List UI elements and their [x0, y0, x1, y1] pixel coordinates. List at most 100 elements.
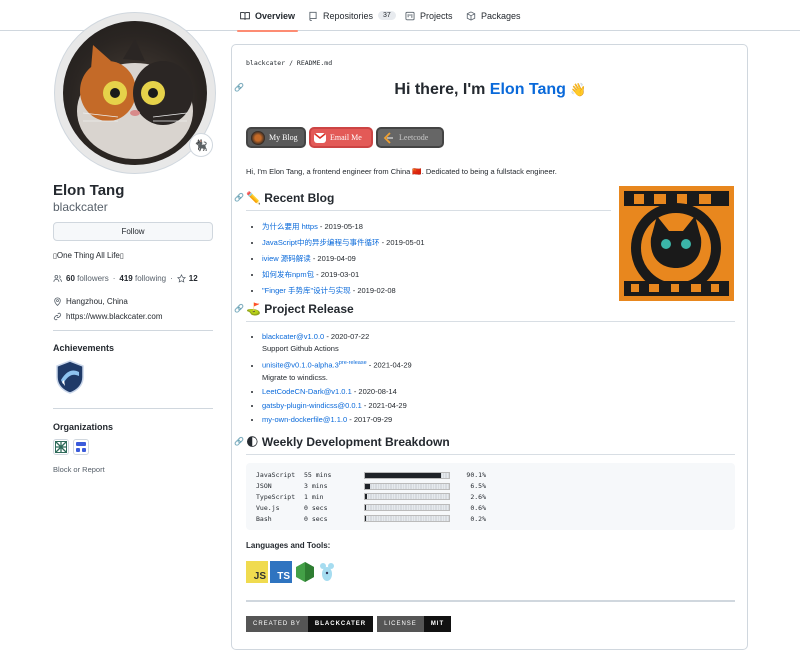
list-item: my-own-dockerfile@1.1.0 - 2017-09-29 — [262, 414, 412, 426]
weekly-bar-fill — [365, 483, 371, 489]
status-emoji-button[interactable]: 🐈‍⬛ — [189, 133, 213, 157]
achievement-badge[interactable] — [55, 360, 85, 394]
leetcode-badge[interactable]: Leetcode — [376, 127, 444, 148]
following-link[interactable]: 419 following — [119, 274, 166, 283]
followers-count: 60 — [66, 274, 75, 283]
blog-post-link[interactable]: 如何发布npm包 — [262, 270, 314, 279]
readme-intro: Hi, I'm Elon Tang, a frontend engineer f… — [246, 167, 557, 176]
greeting-name: Elon Tang — [489, 81, 566, 98]
shield-label: CREATED BY — [246, 616, 308, 632]
weekly-time: 1 min — [304, 492, 324, 501]
blog-post-link[interactable]: iview 源码解读 — [262, 254, 311, 263]
release-link[interactable]: blackcater@v1.0.0 — [262, 332, 324, 341]
weekly-lang: Vue.js — [256, 503, 280, 512]
weekly-time: 55 mins — [304, 471, 332, 480]
package-icon — [466, 10, 476, 21]
tab-overview[interactable]: Overview — [236, 0, 299, 32]
weekly-lang: Bash — [256, 514, 272, 523]
blog-post-link[interactable]: "Finger 手势库"设计与实现 — [262, 286, 351, 295]
heading-underline — [246, 321, 735, 322]
blackcater-logo-image — [619, 186, 734, 301]
tab-repositories-label: Repositories — [323, 10, 374, 21]
list-item: blackcater@v1.0.0 - 2020-07-22 Support Gi… — [262, 331, 412, 355]
cat-avatar-illustration — [77, 39, 193, 159]
weekly-bar-fill — [365, 494, 368, 500]
blog-post-date: - 2019-04-09 — [310, 254, 356, 263]
profile-website-link[interactable]: https://www.blackcater.com — [66, 312, 162, 321]
pre-release-tag[interactable]: pre-release — [339, 360, 367, 366]
repo-icon — [309, 11, 317, 21]
list-item: LeetCodeCN-Dark@v1.0.1 - 2020-08-14 — [262, 386, 412, 398]
typescript-label: TS — [277, 571, 290, 582]
breadcrumb-user-link[interactable]: blackcater — [246, 59, 285, 67]
organizations-heading: Organizations — [53, 422, 114, 432]
blog-post-date: - 2019-02-08 — [350, 286, 396, 295]
repositories-count-badge: 37 — [378, 11, 396, 20]
weekly-time: 3 mins — [304, 482, 328, 491]
release-link[interactable]: my-own-dockerfile@1.1.0 — [262, 415, 347, 424]
weekly-time: 0 secs — [304, 514, 328, 523]
license-shield[interactable]: LICENSE MIT — [377, 616, 452, 632]
anchor-link-icon[interactable]: 🔗 — [234, 304, 244, 313]
stars-link[interactable]: 12 — [176, 274, 198, 283]
status-emoji: 🐈‍⬛ — [194, 139, 208, 152]
release-date: - 2017-09-29 — [347, 414, 393, 424]
anchor-link-icon[interactable]: 🔗 — [234, 437, 244, 446]
profile-stats: 60 followers · 419 following · 12 — [53, 274, 198, 283]
release-link[interactable]: LeetCodeCN-Dark@v1.0.1 — [262, 387, 352, 396]
weekly-bar-fill — [365, 516, 367, 522]
tab-projects[interactable]: Projects — [405, 0, 453, 31]
release-date: - 2021-04-29 — [361, 400, 407, 410]
gmail-icon — [314, 132, 326, 143]
project-release-heading: ⛳ Project Release — [246, 302, 354, 316]
followers-link[interactable]: 60 followers — [66, 274, 109, 283]
readme-greeting: Hi there, I'm Elon Tang 👋 — [232, 81, 749, 99]
tab-repositories[interactable]: Repositories 37 — [308, 0, 396, 31]
nodejs-icon — [294, 561, 316, 583]
weekly-time: 0 secs — [304, 503, 328, 512]
weekly-bar — [364, 471, 450, 479]
link-icon — [53, 312, 62, 321]
typescript-icon: TS — [270, 561, 292, 583]
weekly-row: Vue.js 0 secs 0.6% — [256, 502, 725, 513]
email-me-badge[interactable]: Email Me — [309, 127, 373, 148]
tab-packages[interactable]: Packages — [466, 0, 521, 31]
list-item: gatsby-plugin-windicss@0.0.1 - 2021-04-2… — [262, 400, 412, 412]
release-link[interactable]: unisite@v0.1.0-alpha.3 — [262, 361, 339, 370]
weekly-breakdown-heading: 🌓 Weekly Development Breakdown — [246, 435, 450, 449]
weekly-pct: 90.1% — [466, 471, 486, 480]
release-link[interactable]: gatsby-plugin-windicss@0.0.1 — [262, 401, 362, 410]
weekly-bar — [364, 493, 450, 501]
anchor-link-icon[interactable]: 🔗 — [234, 193, 244, 202]
org-logo-icon — [76, 442, 86, 452]
profile-readme: blackcater / README.md 🔗 Hi there, I'm E… — [231, 44, 748, 650]
following-label: following — [134, 274, 167, 283]
tab-packages-label: Packages — [481, 10, 521, 21]
organization-avatar-2[interactable] — [73, 439, 89, 455]
list-item: 如何发布npm包 - 2019-03-01 — [262, 269, 425, 280]
profile-website[interactable]: https://www.blackcater.com — [53, 312, 162, 321]
list-item: 为什么要用 https - 2019-05-18 — [262, 221, 425, 232]
follow-button[interactable]: Follow — [53, 222, 213, 241]
blog-post-link[interactable]: JavaScript中的异步编程与事件循环 — [262, 238, 380, 247]
leetcode-icon — [381, 131, 395, 145]
weekly-pct: 6.5% — [470, 482, 486, 491]
organization-avatar-1[interactable] — [53, 439, 69, 455]
weekly-bar — [364, 515, 450, 523]
blog-post-date: - 2019-05-18 — [317, 222, 363, 231]
project-icon — [405, 11, 415, 20]
profile-location-text: Hangzhou, China — [66, 297, 128, 306]
blog-avatar-icon — [251, 130, 265, 145]
weekly-row: JSON 3 mins 6.5% — [256, 481, 725, 492]
weekly-pct: 0.6% — [470, 503, 486, 512]
weekly-bar-fill — [365, 472, 441, 478]
javascript-icon: JS — [246, 561, 268, 583]
created-by-shield[interactable]: CREATED BY BLACKCATER — [246, 616, 374, 632]
blog-post-link[interactable]: 为什么要用 https — [262, 222, 318, 231]
weekly-bar — [364, 482, 450, 490]
block-or-report-link[interactable]: Block or Report — [53, 465, 105, 474]
star-icon — [176, 274, 186, 283]
cat-logo-illustration — [619, 186, 734, 301]
my-blog-badge[interactable]: My Blog — [246, 127, 306, 148]
languages-tools-list: JS TS — [246, 561, 336, 583]
